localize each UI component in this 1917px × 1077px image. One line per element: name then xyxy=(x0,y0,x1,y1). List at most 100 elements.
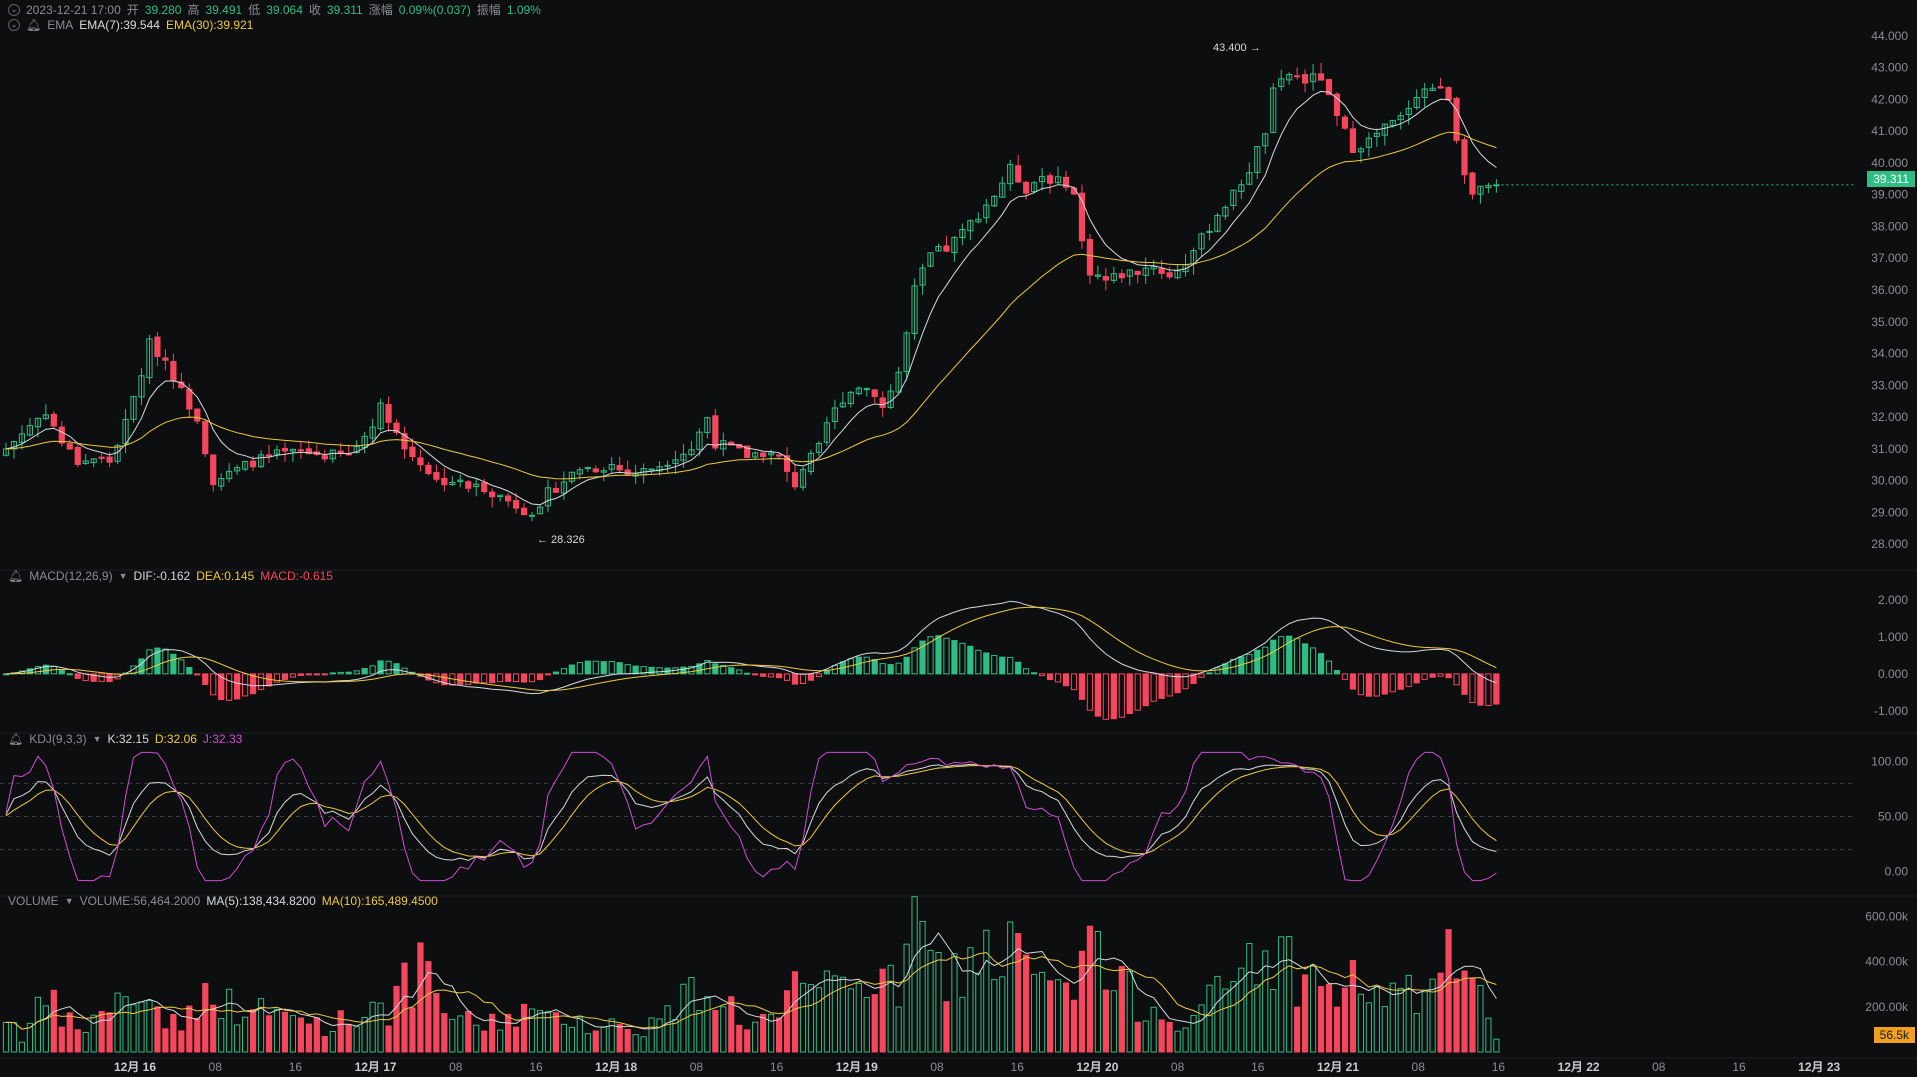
volume-bar xyxy=(1246,943,1253,1053)
volume-bar xyxy=(584,1033,591,1053)
volume-bar xyxy=(823,970,831,1053)
ema-name[interactable]: EMA xyxy=(47,18,73,32)
collapse-icon[interactable]: ⌄ xyxy=(8,19,20,31)
time-tick-label: 08 xyxy=(449,1060,463,1074)
macd-histogram-bar xyxy=(210,673,217,696)
macd-histogram-bar xyxy=(887,664,894,675)
volume-bar xyxy=(1182,1027,1189,1053)
macd-histogram-bar xyxy=(1142,673,1149,707)
macd-histogram-bar xyxy=(234,673,241,700)
macd-histogram-bar xyxy=(1437,673,1444,677)
volume-bar xyxy=(975,972,982,1053)
volume-bar xyxy=(329,1031,336,1053)
volume-bar xyxy=(497,1029,504,1053)
volume-bar xyxy=(202,983,209,1053)
candle-body xyxy=(1118,273,1125,279)
volume-bar xyxy=(1054,979,1062,1053)
volume-bar xyxy=(409,1007,416,1053)
time-tick-label: 08 xyxy=(1652,1060,1666,1074)
last-volume-badge: 56.5k xyxy=(1873,1027,1915,1043)
volume-bar xyxy=(321,1036,328,1053)
price-tick-label: 33.000 xyxy=(1871,378,1908,392)
macd-histogram-bar xyxy=(1254,649,1261,675)
time-tick-label: 16 xyxy=(770,1060,784,1074)
macd-histogram-bar xyxy=(1325,660,1333,675)
volume-bar xyxy=(82,1031,89,1053)
candle-body xyxy=(1046,175,1054,184)
change-value: 0.09%(0.037) xyxy=(398,2,471,17)
macd-histogram-bar xyxy=(321,673,328,676)
volume-bar xyxy=(1469,977,1476,1053)
candle-body xyxy=(249,460,257,468)
macd-histogram-bar xyxy=(1062,673,1070,687)
volume-bar xyxy=(640,1036,647,1053)
volume-bar xyxy=(1477,984,1484,1053)
volume-bar xyxy=(1270,989,1277,1053)
macd-histogram-bar xyxy=(744,672,751,675)
candle-body xyxy=(385,404,392,423)
candle-body xyxy=(760,452,767,458)
high-price-annotation: 43.400 → xyxy=(1213,42,1261,54)
macd-histogram-bar xyxy=(568,664,575,675)
candle-body xyxy=(584,467,591,470)
price-tick-label: 30.000 xyxy=(1871,474,1908,488)
volume-bar xyxy=(895,1006,902,1053)
volume-bar xyxy=(130,1004,137,1053)
candle-body xyxy=(297,449,304,452)
candle-body xyxy=(775,454,783,457)
bell-icon[interactable]: 🔔︎ xyxy=(26,18,41,32)
volume-bar xyxy=(1294,1006,1301,1053)
volume-bar xyxy=(648,1017,655,1053)
volume-name[interactable]: VOLUME xyxy=(8,894,59,908)
volume-bar xyxy=(481,1030,488,1053)
volume-bar xyxy=(1453,978,1460,1053)
kdj-name[interactable]: KDJ(9,3,3) xyxy=(29,732,86,746)
volume-bar xyxy=(353,1026,360,1053)
volume-bar xyxy=(943,1001,950,1053)
volume-bar xyxy=(1397,987,1404,1053)
chevron-down-icon[interactable]: ▼ xyxy=(65,896,74,906)
chevron-down-icon[interactable]: ▼ xyxy=(119,571,128,581)
bell-icon[interactable]: 🔔︎ xyxy=(8,732,23,746)
price-tick-label: 35.000 xyxy=(1871,315,1908,329)
candle-body xyxy=(66,443,73,450)
volume-bar xyxy=(1126,970,1133,1053)
bell-icon[interactable]: 🔔︎ xyxy=(8,569,23,583)
macd-name[interactable]: MACD(12,26,9) xyxy=(29,569,112,583)
volume-bar xyxy=(377,1002,384,1053)
collapse-icon[interactable]: ⌄ xyxy=(8,3,20,16)
kdj-tick-label: 0.00 xyxy=(1885,865,1909,879)
time-tick-label: 12月 21 xyxy=(1317,1060,1359,1074)
volume-bar xyxy=(1373,985,1380,1053)
macd-histogram-bar xyxy=(791,673,799,685)
volume-bar xyxy=(242,1016,249,1053)
volume-bar xyxy=(369,1001,376,1053)
chevron-down-icon[interactable]: ▼ xyxy=(93,734,102,744)
volume-tick-label: 400.00k xyxy=(1865,955,1909,969)
macd-histogram-bar xyxy=(879,663,886,675)
chart-canvas[interactable]: 43.400 → ← 28.326 28.000 29.000 30.000 31.000… xyxy=(0,0,1917,1077)
macd-histogram-bar xyxy=(1461,673,1468,695)
volume-bar xyxy=(505,1013,512,1053)
macd-histogram-bar xyxy=(497,673,504,683)
volume-tick-label: 200.00k xyxy=(1865,1000,1909,1014)
volume-bar xyxy=(66,1012,73,1053)
macd-histogram-bar xyxy=(393,663,400,675)
macd-histogram-bar xyxy=(1381,673,1388,695)
low-price-annotation: ← 28.326 xyxy=(537,534,585,546)
volume-bar xyxy=(831,975,838,1053)
kdj-tick-label: 100.00 xyxy=(1871,754,1908,768)
macd-tick-label: 0.000 xyxy=(1878,667,1908,681)
volume-bar xyxy=(305,1023,312,1053)
candle-body xyxy=(409,446,416,457)
price-tick-label: 34.000 xyxy=(1871,347,1908,361)
candle-body xyxy=(465,481,472,489)
volume-bar xyxy=(1485,1017,1492,1053)
volume-bar xyxy=(1254,984,1261,1053)
macd-histogram-bar xyxy=(736,669,743,675)
macd-histogram-bar xyxy=(1262,646,1269,675)
macd-histogram-bar xyxy=(528,673,536,683)
volume-bar xyxy=(1150,1006,1157,1053)
volume-bar xyxy=(815,987,823,1053)
time-tick-label: 12月 16 xyxy=(114,1060,156,1074)
